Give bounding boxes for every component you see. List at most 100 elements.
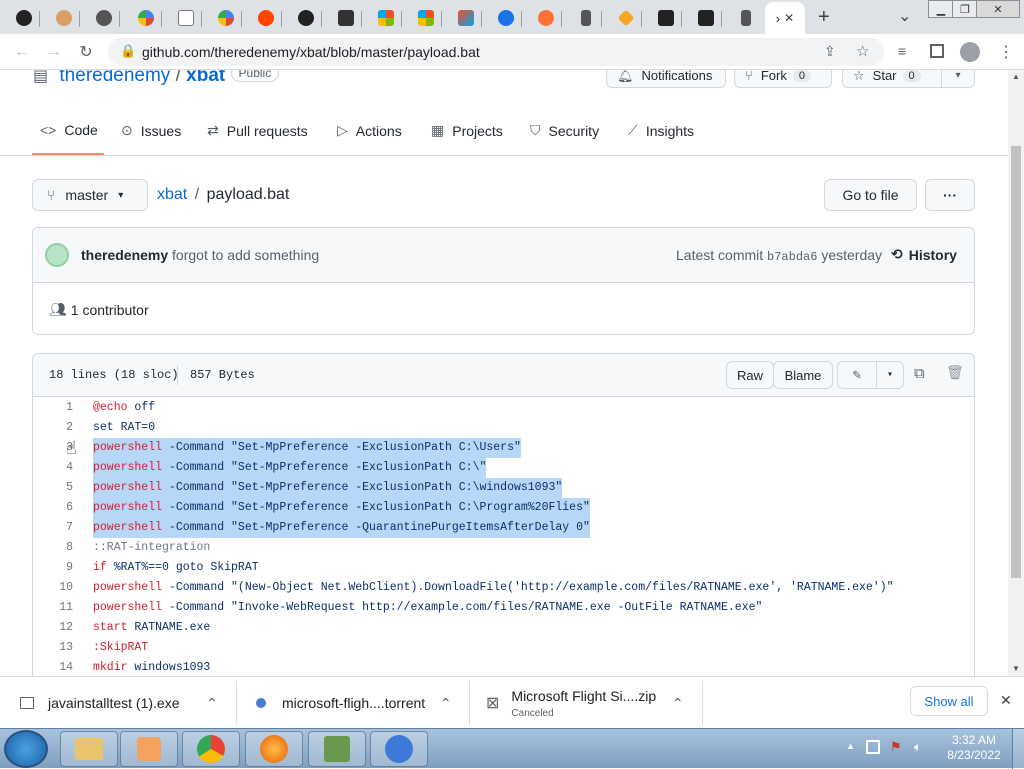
repo-name-link[interactable]: xbat (186, 70, 225, 86)
page-scrollbar[interactable]: ▲ ▼ (1008, 70, 1024, 676)
line-number[interactable]: 1 (33, 398, 73, 418)
taskbar-chrome[interactable] (182, 731, 240, 767)
fork-button[interactable]: ⑂ Fork 0 (734, 70, 832, 88)
tray-expand-icon[interactable]: ▲ (846, 741, 855, 751)
taskbar-firefox[interactable] (245, 731, 303, 767)
line-number[interactable]: 9 (33, 558, 73, 578)
tab-18[interactable] (690, 4, 722, 32)
line-number[interactable]: 2 (33, 418, 73, 438)
line-number[interactable]: 10 (33, 578, 73, 598)
tab-actions[interactable]: ▷ Actions (337, 122, 402, 139)
tab-12[interactable] (450, 4, 482, 32)
media-icon[interactable]: ≡ (898, 43, 906, 59)
line-number[interactable]: 8 (33, 538, 73, 558)
tab-issues[interactable]: ⊙ Issues (121, 122, 181, 139)
tray-network-icon[interactable] (866, 740, 880, 754)
trash-icon[interactable]: 🗑︎ (946, 365, 964, 382)
breadcrumb-repo-link[interactable]: xbat (157, 186, 187, 203)
blame-button[interactable]: Blame (773, 361, 833, 389)
taskbar-app[interactable] (308, 731, 366, 767)
commit-hash[interactable]: b7abda6 (767, 250, 817, 264)
close-tab-icon[interactable]: ✕ (784, 11, 794, 25)
tab-security[interactable]: ⛉ Security (530, 122, 599, 139)
tab-2[interactable] (48, 4, 80, 32)
tab-10[interactable] (370, 4, 402, 32)
history-link[interactable]: ⟲ History (891, 246, 957, 263)
side-panel-icon[interactable] (930, 44, 944, 58)
copy-icon[interactable]: ⧉ (914, 365, 925, 383)
tray-flag-icon[interactable]: ⚑ (890, 739, 902, 755)
show-all-button[interactable]: Show all (910, 686, 988, 716)
tab-projects[interactable]: ▦ Projects (431, 122, 503, 139)
new-tab-button[interactable]: + (818, 6, 830, 29)
show-desktop-button[interactable] (1012, 729, 1024, 769)
commit-author[interactable]: theredenemy (81, 247, 168, 263)
tab-insights[interactable]: ⟋ Insights (628, 122, 694, 139)
tab-7[interactable] (250, 4, 282, 32)
tab-16[interactable] (610, 4, 642, 32)
more-options-button[interactable]: ··· (925, 179, 975, 211)
download-item-2[interactable]: microsoft-fligh....torrent ⌃ (256, 677, 456, 729)
tab-19[interactable] (730, 4, 762, 32)
repo-owner-link[interactable]: theredenemy (59, 70, 170, 86)
scrollbar-thumb[interactable] (1011, 146, 1021, 578)
chevron-up-icon[interactable]: ⌃ (440, 695, 452, 712)
scroll-up-icon[interactable]: ▲ (1012, 72, 1020, 81)
line-number[interactable]: 5 (33, 478, 73, 498)
profile-avatar[interactable] (960, 42, 980, 62)
line-number[interactable]: 7 (33, 518, 73, 538)
line-number[interactable]: 4 (33, 458, 73, 478)
edit-dropdown-button[interactable]: ▾ (876, 361, 904, 389)
chevron-up-icon[interactable]: ⌃ (206, 695, 218, 712)
line-number[interactable]: 13 (33, 638, 73, 658)
reload-icon[interactable]: ↻ (76, 42, 96, 62)
tab-6[interactable] (210, 4, 242, 32)
maximize-button[interactable]: ❐ (952, 0, 978, 18)
chevron-up-icon[interactable]: ⌃ (672, 695, 684, 712)
commit-message[interactable]: forgot to add something (172, 247, 319, 263)
tab-4[interactable] (130, 4, 162, 32)
tab-9[interactable] (330, 4, 362, 32)
raw-button[interactable]: Raw (726, 361, 774, 389)
tab-3[interactable] (88, 4, 120, 32)
tab-pull-requests[interactable]: ⇄ Pull requests (207, 122, 308, 139)
line-number[interactable]: 6 (33, 498, 73, 518)
edit-button[interactable]: ✎ (837, 361, 877, 389)
tab-17[interactable] (650, 4, 682, 32)
go-to-file-button[interactable]: Go to file (824, 179, 917, 211)
tab-11[interactable] (410, 4, 442, 32)
taskbar-media-player[interactable] (120, 731, 178, 767)
tab-active[interactable]: › ✕ (765, 2, 805, 34)
share-icon[interactable]: ⇪ (824, 43, 836, 60)
download-item-3[interactable]: ⊠ Microsoft Flight Si....zip Canceled ⌃ (486, 677, 686, 729)
chrome-menu-icon[interactable]: ⋮ (998, 42, 1014, 62)
star-button[interactable]: ☆ Star 0 (842, 70, 942, 88)
tab-search-icon[interactable]: ⌄ (898, 6, 911, 26)
tray-volume-icon[interactable]: 🔈︎ (914, 739, 922, 755)
close-window-button[interactable]: ✕ (976, 0, 1020, 18)
tab-5[interactable] (170, 4, 202, 32)
notifications-button[interactable]: 🔔︎ Notifications (606, 70, 726, 88)
minimize-button[interactable]: ▁ (928, 0, 954, 18)
tab-1[interactable] (8, 4, 40, 32)
scroll-down-icon[interactable]: ▼ (1012, 664, 1020, 673)
line-number[interactable]: 14 (33, 658, 73, 676)
tab-13[interactable] (490, 4, 522, 32)
branch-selector[interactable]: ⑂ master ▾ (32, 179, 148, 211)
tab-code[interactable]: <> Code (40, 122, 98, 138)
taskbar-qbittorrent[interactable] (370, 731, 428, 767)
taskbar-explorer[interactable] (60, 731, 118, 767)
close-shelf-icon[interactable]: ✕ (1000, 692, 1012, 709)
contributors[interactable]: 👥︎ 1 contributor (49, 301, 149, 318)
back-icon[interactable]: ← (12, 42, 32, 62)
tray-clock[interactable]: 3:32 AM 8/23/2022 (944, 733, 1004, 763)
bookmark-star-icon[interactable]: ☆ (856, 42, 869, 60)
start-button[interactable] (4, 730, 48, 768)
line-number[interactable]: 12 (33, 618, 73, 638)
download-item-1[interactable]: javainstalltest (1).exe ⌃ (20, 677, 230, 729)
forward-icon[interactable]: → (44, 42, 64, 62)
line-number[interactable]: 11 (33, 598, 73, 618)
tab-14[interactable] (530, 4, 562, 32)
tab-15[interactable] (570, 4, 602, 32)
tab-8[interactable] (290, 4, 322, 32)
